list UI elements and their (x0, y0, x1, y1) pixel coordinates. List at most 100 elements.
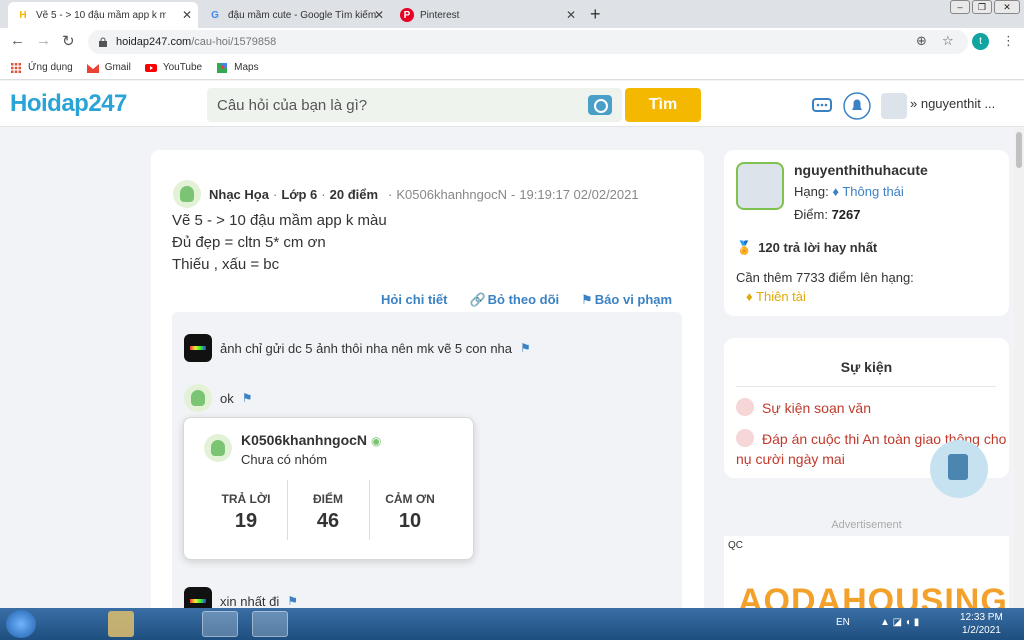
tab-title: đậu mầm cute - Google Tìm kiếm (228, 9, 377, 21)
bookmark-youtube[interactable]: YouTube (144, 62, 202, 73)
start-button-icon[interactable] (6, 610, 36, 638)
search-button[interactable]: Tìm (625, 88, 701, 122)
user-avatar[interactable] (881, 93, 907, 119)
bell-icon[interactable] (843, 92, 871, 120)
bookmark-gmail[interactable]: Gmail (86, 62, 131, 73)
forward-arrow-icon[interactable]: → (36, 32, 51, 49)
page-scrollbar[interactable] (1014, 128, 1024, 608)
url-field[interactable]: hoidap247.com/cau-hoi/1579858 (88, 30, 968, 54)
report-button[interactable]: ⚑ Báo vi phạm (581, 292, 672, 308)
profile-avatar[interactable]: t (972, 33, 989, 50)
question-grade[interactable]: Lớp 6 (281, 187, 317, 202)
points-value: 7267 (831, 207, 861, 222)
new-tab-button[interactable]: + (590, 4, 601, 25)
dino-avatar-icon[interactable] (173, 180, 201, 208)
rank-badge-icon: ◉ (370, 434, 382, 448)
bookmark-maps[interactable]: Maps (216, 62, 259, 73)
reload-icon[interactable]: ↻ (62, 32, 75, 50)
profile-rank: Hạng: ♦ Thông thái (794, 184, 904, 199)
tab-pinterest[interactable]: P Pinterest ✕ (392, 2, 582, 28)
divider (736, 386, 996, 387)
close-icon[interactable]: ✕ (374, 8, 384, 22)
header-username: nguyenthit ... (920, 96, 996, 111)
network-app-icon[interactable] (152, 611, 188, 637)
event-item[interactable]: Sự kiện soạn văn (736, 398, 871, 418)
bookmark-apps[interactable]: Ứng dụng (10, 62, 73, 73)
question-actions: Hỏi chi tiết 🔗 Bỏ theo dõi ⚑ Báo vi phạm (359, 292, 672, 308)
stat-thanks: CẢM ƠN 10 (369, 492, 451, 533)
bookmarks-bar: Ứng dụng Gmail YouTube Maps (0, 56, 1024, 80)
profile-card: nguyenthithuhacute Hạng: ♦ Thông thái Đi… (724, 150, 1009, 316)
stat-label: ĐIỂM (313, 492, 343, 506)
report-flag-icon[interactable]: ⚑ (242, 391, 253, 405)
back-arrow-icon[interactable]: ← (10, 32, 25, 49)
taskbar: EN ▲ ◪ ◖ ▮ 12:33 PM 1/2/2021 (0, 608, 1024, 640)
zoom-icon[interactable]: ⊕ (916, 33, 927, 49)
comment-item: ảnh chỉ gửi dc 5 ảnh thôi nha nên mk vẽ … (184, 334, 531, 362)
question-line: Thiếu , xấu = bc (172, 256, 280, 273)
camera-icon[interactable] (588, 95, 612, 115)
advertisement-label: Advertisement (831, 519, 902, 531)
address-bar: ← → ↻ hoidap247.com/cau-hoi/1579858 (0, 28, 1024, 56)
points-needed: Cần thêm 7733 điểm lên hạng: (736, 270, 914, 285)
scrollbar-thumb[interactable] (1016, 132, 1022, 168)
floating-task-button-icon[interactable] (930, 440, 988, 498)
popup-username[interactable]: K0506khanhngocN ◉ (241, 432, 381, 448)
comment-text: xin nhất đi (220, 593, 280, 609)
tray-icons[interactable]: ▲ ◪ ◖ ▮ (880, 617, 919, 628)
comment-text: ảnh chỉ gửi dc 5 ảnh thôi nha nên mk vẽ … (220, 340, 513, 356)
tab-hoidap[interactable]: H Vẽ 5 - > 10 đậu mầm app k màu ✕ (8, 2, 198, 28)
minimize-button[interactable]: – (950, 0, 970, 14)
apps-grid-icon (11, 62, 21, 73)
close-window-button[interactable]: ✕ (994, 0, 1020, 14)
tab-title: Pinterest (420, 9, 460, 21)
unfollow-button[interactable]: 🔗 Bỏ theo dõi (469, 292, 559, 308)
close-icon[interactable]: ✕ (182, 8, 192, 22)
report-flag-icon[interactable]: ⚑ (520, 341, 531, 355)
stat-value: 46 (316, 510, 340, 532)
window-controls: – ❐ ✕ (948, 0, 1020, 14)
flag-icon: ⚑ (581, 292, 593, 307)
clock[interactable]: 12:33 PM 1/2/2021 (960, 611, 1003, 637)
chrome-app-icon[interactable] (202, 611, 238, 637)
menu-dots-icon[interactable]: ⋮ (1002, 33, 1015, 49)
profile-avatar-image[interactable] (736, 162, 784, 210)
chat-icon[interactable] (810, 94, 834, 118)
star-icon[interactable]: ☆ (942, 33, 954, 49)
profile-name[interactable]: nguyenthithuhacute (794, 162, 928, 178)
user-hover-card: K0506khanhngocN ◉ Chưa có nhóm TRẢ LỜI 1… (183, 417, 474, 560)
user-menu[interactable]: » nguyenthit ... (910, 96, 995, 111)
popup-group: Chưa có nhóm (241, 452, 328, 467)
ask-detail-button[interactable]: Hỏi chi tiết (381, 292, 447, 308)
question-asker[interactable]: K0506khanhngocN (396, 187, 507, 202)
site-logo[interactable]: Hoidap247 (10, 90, 127, 118)
picasa-app-icon[interactable] (252, 611, 288, 637)
dino-avatar-icon[interactable] (184, 384, 212, 412)
ad-banner[interactable]: QC AQDAHOUSING (724, 536, 1009, 608)
url-path: /cau-hoi/1579858 (191, 36, 277, 48)
medal-icon: 🏅 (736, 240, 753, 255)
restore-button[interactable]: ❐ (972, 0, 992, 14)
language-indicator[interactable]: EN (836, 617, 850, 628)
question-line: Đủ đẹp = cltn 5* cm ơn (172, 234, 326, 251)
next-rank: ♦ Thiên tài (746, 289, 806, 304)
report-flag-icon[interactable]: ⚑ (287, 594, 298, 608)
events-title: Sự kiện (840, 359, 893, 375)
question-points: 20 điểm (329, 186, 379, 202)
profile-points: Điểm: 7267 (794, 207, 861, 222)
search-input[interactable]: Câu hỏi của bạn là gì? (207, 88, 622, 122)
lock-icon (99, 37, 107, 47)
commenter-avatar[interactable] (184, 334, 212, 362)
question-subject[interactable]: Nhạc Họa (209, 187, 269, 202)
folder-app-icon[interactable] (108, 611, 134, 637)
best-answers: 🏅 120 trả lời hay nhất (736, 240, 878, 255)
paint-app-icon[interactable] (52, 611, 88, 637)
rank-badge-icon: ♦ (832, 184, 839, 199)
question-time: 19:19:17 02/02/2021 (519, 186, 639, 202)
close-icon[interactable]: ✕ (566, 8, 576, 22)
search-placeholder: Câu hỏi của bạn là gì? (217, 96, 368, 114)
tab-google[interactable]: G đậu mầm cute - Google Tìm kiếm ✕ (200, 2, 390, 28)
ad-text: AQDAHOUSING (738, 582, 1008, 608)
stat-points: ĐIỂM 46 (287, 492, 369, 533)
stat-label: CẢM ƠN (385, 492, 435, 506)
